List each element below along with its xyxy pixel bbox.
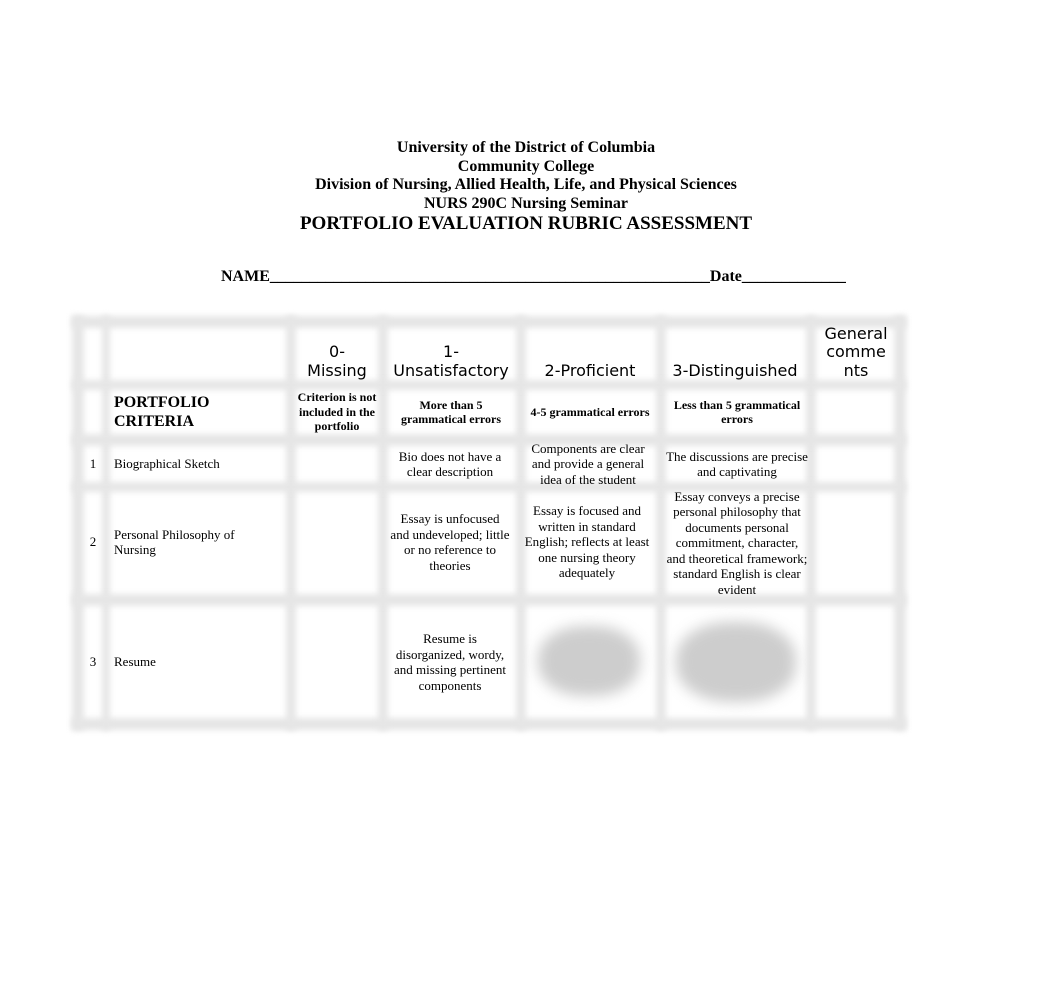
col-header-unsatisfactory: 1- Unsatisfactory — [393, 342, 509, 380]
criterion-name: Biographical Sketch — [114, 456, 220, 472]
col-header-comments: General comme nts — [824, 323, 888, 380]
university-name: University of the District of Columbia — [396, 139, 656, 156]
blurred-distinguished-cell — [676, 622, 796, 702]
date-field[interactable]: _____________ — [742, 268, 846, 285]
name-label: NAME — [221, 268, 270, 285]
criterion-name: Personal Philosophy of Nursing — [114, 526, 235, 558]
col-header-distinguished: 3-Distinguished — [672, 360, 798, 380]
row-number: 1 — [89, 456, 97, 472]
col-header-proficient: 2-Proficient — [544, 360, 636, 380]
row-number: 2 — [89, 534, 97, 550]
table-border-bottom — [72, 718, 906, 730]
distinguished-description: Less than 5 grammatical errors — [673, 397, 801, 427]
division-name: Division of Nursing, Allied Health, Life… — [315, 176, 737, 193]
col-header-missing: 0- Missing — [307, 342, 367, 380]
row-number: 3 — [89, 654, 97, 670]
distinguished-cell: The discussions are precise and captivat… — [666, 448, 808, 480]
document-header: University of the District of Columbia C… — [0, 139, 1052, 235]
college-name: Community College — [457, 157, 595, 175]
proficient-cell: Components are clear and provide a gener… — [531, 440, 645, 487]
document-title: PORTFOLIO EVALUATION RUBRIC ASSESSMENT — [299, 213, 753, 234]
col-divider — [102, 316, 110, 730]
name-date-row: NAME____________________________________… — [221, 268, 846, 286]
blurred-proficient-cell — [538, 626, 640, 696]
proficient-cell: Essay is focused and written in standard… — [524, 503, 650, 581]
rubric-table: 0- Missing 1- Unsatisfactory 2-Proficien… — [72, 316, 906, 730]
course-name: NURS 290C Nursing Seminar — [423, 194, 628, 212]
unsatisfactory-cell: Resume is disorganized, wordy, and missi… — [394, 631, 506, 693]
table-border-left — [72, 316, 84, 730]
missing-description: Criterion is not included in the portfol… — [297, 390, 377, 434]
criteria-heading: PORTFOLIO CRITERIA — [114, 394, 210, 430]
table-border-right — [894, 316, 906, 730]
unsatisfactory-description: More than 5 grammatical errors — [400, 397, 502, 427]
unsatisfactory-cell: Bio does not have a clear description — [398, 448, 502, 480]
proficient-description: 4-5 grammatical errors — [530, 404, 650, 419]
criterion-name: Resume — [114, 654, 156, 670]
distinguished-cell: Essay conveys a precise personal philoso… — [666, 488, 808, 597]
date-label: Date — [709, 268, 742, 285]
unsatisfactory-cell: Essay is unfocused and undeveloped; litt… — [390, 511, 510, 573]
name-field[interactable]: ________________________________________… — [270, 268, 710, 285]
